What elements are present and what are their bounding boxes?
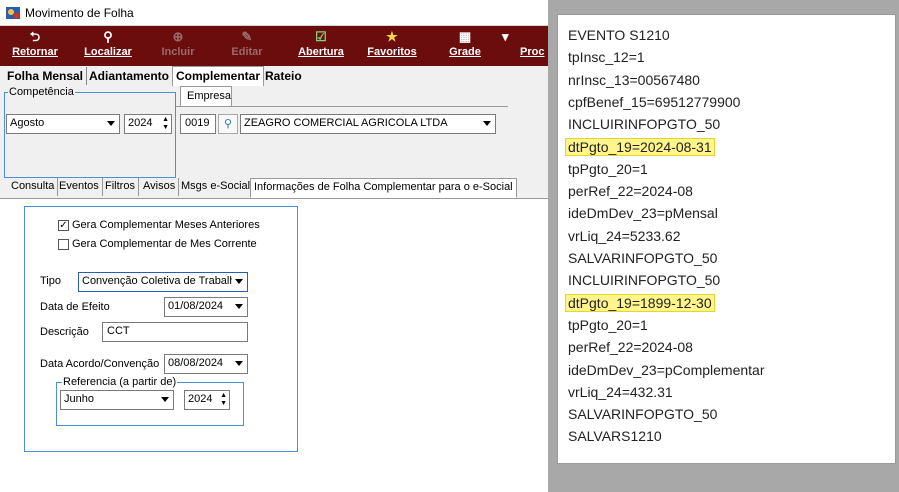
tab-informacoes-complementar[interactable]: Informações de Folha Complementar para o…: [250, 178, 517, 198]
sub-tabs: Consulta Eventos Filtros Avisos Msgs e-S…: [0, 178, 548, 198]
log-line: SALVARINFOPGTO_50: [568, 406, 718, 423]
search-icon: ⚲: [103, 29, 113, 44]
star-icon: ★: [386, 29, 398, 44]
log-line: tpPgto_20=1: [568, 160, 648, 177]
log-line: ideDmDev_23=pMensal: [568, 205, 718, 222]
tab-rateio[interactable]: Rateio: [262, 67, 305, 85]
competencia-legend: Competência: [8, 86, 75, 98]
edit-icon: ✎: [241, 29, 253, 44]
empresa-search-button[interactable]: ⚲: [218, 114, 238, 134]
checklist-icon: ☑: [315, 29, 327, 44]
grid-icon: ▦: [458, 29, 472, 44]
referencia-year-spinner[interactable]: 2024 ▲ ▼: [184, 390, 230, 410]
chevron-down-icon: [107, 121, 115, 126]
tab-msgs-esocial[interactable]: Msgs e-Social: [178, 178, 255, 196]
competencia-month-select[interactable]: Agosto: [6, 114, 120, 134]
chevron-down-icon: [235, 279, 243, 284]
tab-eventos[interactable]: Eventos: [56, 178, 103, 196]
tab-empresa[interactable]: Empresa: [180, 86, 232, 106]
proc-button[interactable]: ▾ Proc: [500, 26, 546, 66]
toolbar: ⮌ Retornar ⚲ Localizar ⊕ Incluir ✎ Edita…: [0, 26, 548, 66]
main-body: Competência Agosto 2024 ▲ ▼ Empresa 0019 …: [0, 86, 548, 492]
log-line: EVENTO S1210: [568, 27, 670, 43]
tab-filtros[interactable]: Filtros: [102, 178, 139, 196]
spin-arrows-icon: ▲ ▼: [220, 392, 227, 407]
app-icon: [6, 7, 20, 19]
empresa-name-select[interactable]: ZEAGRO COMERCIAL AGRICOLA LTDA: [240, 114, 496, 134]
log-line: nrInsc_13=00567480: [568, 71, 700, 88]
checkbox-meses-anteriores[interactable]: ✓: [58, 220, 69, 231]
log-line: cpfBenef_15=69512779900: [568, 93, 741, 110]
tab-avisos[interactable]: Avisos: [140, 178, 180, 196]
favoritos-button[interactable]: ★ Favoritos: [360, 26, 424, 66]
data-acordo-picker[interactable]: 08/08/2024: [164, 354, 248, 374]
chevron-down-icon: [235, 361, 243, 366]
chevron-down-icon: [483, 121, 491, 126]
checkbox-mes-corrente[interactable]: [58, 239, 69, 250]
log-line: tpPgto_20=1: [568, 316, 648, 333]
log-line: SALVARINFOPGTO_50: [568, 250, 718, 266]
abertura-button[interactable]: ☑ Abertura: [290, 26, 352, 66]
log-line: INCLUIRINFOPGTO_50: [568, 116, 721, 133]
title-bar: Movimento de Folha: [0, 0, 548, 26]
chevron-down-icon: [161, 397, 169, 402]
log-line: dtPgto_19=2024-08-31: [565, 137, 715, 156]
log-line: SALVARS1210: [568, 428, 662, 445]
incluir-button[interactable]: ⊕ Incluir: [150, 26, 206, 66]
movimento-folha-window: Movimento de Folha ⮌ Retornar ⚲ Localiza…: [0, 0, 548, 492]
spin-arrows-icon: ▲ ▼: [162, 116, 169, 131]
tab-complementar[interactable]: Complementar: [172, 66, 265, 86]
log-line: tpInsc_12=1: [568, 49, 645, 66]
checkbox-mes-corrente-label: Gera Complementar de Mes Corrente: [72, 238, 257, 250]
empresa-code-field[interactable]: 0019: [180, 114, 216, 134]
referencia-legend: Referencia (a partir de): [62, 376, 178, 388]
log-line: perRef_22=2024-08: [568, 183, 693, 200]
chevron-down-icon: [235, 304, 243, 309]
main-tabs: Folha Mensal Adiantamento Complementar R…: [0, 66, 548, 86]
log-line: perRef_22=2024-08: [568, 339, 693, 356]
return-arrow-icon: ⮌: [29, 29, 41, 44]
descricao-field[interactable]: CCT: [102, 322, 248, 342]
tab-consulta[interactable]: Consulta: [8, 178, 59, 196]
localizar-button[interactable]: ⚲ Localizar: [78, 26, 138, 66]
data-acordo-label: Data Acordo/Convenção: [40, 358, 160, 370]
log-line: vrLiq_24=432.31: [568, 383, 673, 400]
data-efeito-picker[interactable]: 01/08/2024: [164, 297, 248, 317]
log-line: dtPgto_19=1899-12-30: [565, 293, 715, 312]
chevron-down-icon: ▾: [502, 29, 509, 44]
competencia-group: [4, 92, 176, 178]
empresa-divider: [176, 106, 508, 107]
window-title: Movimento de Folha: [25, 6, 134, 20]
add-icon: ⊕: [172, 29, 184, 44]
log-panel: EVENTO S1210 tpInsc_12=1 nrInsc_13=0056748…: [557, 14, 896, 464]
tab-adiantamento[interactable]: Adiantamento: [86, 67, 174, 85]
log-line: ideDmDev_23=pComplementar: [568, 361, 765, 378]
tab-folha-mensal[interactable]: Folha Mensal: [4, 67, 88, 85]
tipo-label: Tipo: [40, 275, 61, 287]
grade-button[interactable]: ▦ Grade: [440, 26, 490, 66]
competencia-year-spinner[interactable]: 2024 ▲ ▼: [124, 114, 172, 134]
checkbox-meses-anteriores-label: Gera Complementar Meses Anteriores: [72, 219, 260, 231]
tipo-select[interactable]: Convenção Coletiva de Trabalho: [78, 272, 248, 292]
editar-button[interactable]: ✎ Editar: [222, 26, 272, 66]
search-icon: ⚲: [223, 118, 233, 130]
data-efeito-label: Data de Efeito: [40, 301, 110, 313]
descricao-label: Descrição: [40, 326, 89, 338]
referencia-month-select[interactable]: Junho: [60, 390, 174, 410]
log-line: vrLiq_24=5233.62: [568, 227, 681, 244]
retornar-button[interactable]: ⮌ Retornar: [2, 26, 68, 66]
log-line: INCLUIRINFOPGTO_50: [568, 272, 721, 289]
